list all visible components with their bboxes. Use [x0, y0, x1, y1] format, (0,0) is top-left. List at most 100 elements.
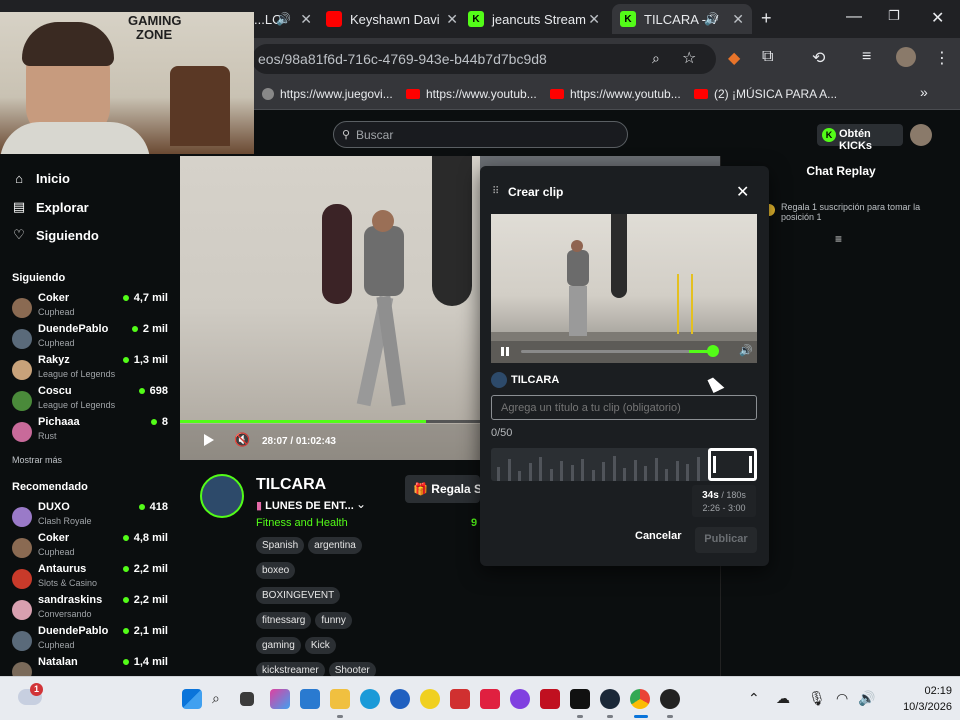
- mute-icon[interactable]: 🔇: [234, 432, 250, 448]
- fox-extension-icon[interactable]: ◆: [728, 48, 740, 68]
- chat-filter-icon[interactable]: ≡: [835, 232, 842, 246]
- obs-icon[interactable]: [660, 689, 680, 709]
- clip-preview[interactable]: 🔊: [491, 214, 757, 363]
- channel-row[interactable]: DuendePablo Cuphead 2,1 mil: [12, 625, 172, 655]
- browser-tab-1[interactable]: ...LO 🔊 ✕: [250, 4, 320, 34]
- close-tab-icon[interactable]: ✕: [446, 11, 458, 28]
- browser-tab-3[interactable]: K jeancuts Stream ✕: [468, 4, 608, 34]
- close-tab-icon[interactable]: ✕: [300, 11, 312, 28]
- stream-tag[interactable]: fitnessarg: [256, 612, 312, 629]
- bookmark-item[interactable]: https://www.youtub...: [406, 87, 537, 101]
- minimize-icon[interactable]: —: [846, 8, 862, 26]
- browser-tab-active[interactable]: K TILCARA - V 🔊 ✕: [612, 4, 752, 34]
- bookmark-item[interactable]: https://www.juegovi...: [262, 87, 393, 101]
- chrome-icon[interactable]: [630, 689, 650, 709]
- microphone-icon[interactable]: 🎙: [808, 690, 826, 707]
- user-avatar[interactable]: [910, 124, 932, 146]
- stream-tag[interactable]: Kick: [304, 637, 336, 654]
- cancel-button[interactable]: Cancelar: [635, 530, 681, 542]
- close-icon[interactable]: ✕: [736, 182, 749, 202]
- zoom-icon[interactable]: ⌕: [652, 50, 660, 67]
- restore-icon[interactable]: ❐: [888, 8, 900, 24]
- channel-avatar[interactable]: [200, 474, 244, 518]
- channel-row[interactable]: Antaurus Slots & Casino 2,2 mil: [12, 563, 172, 593]
- extensions-icon[interactable]: ⧉: [762, 48, 773, 66]
- video-player[interactable]: 🔇 28:07 / 01:02:43: [180, 156, 480, 460]
- channel-row[interactable]: Coscu League of Legends 698: [12, 385, 172, 415]
- windows-start-icon[interactable]: [182, 689, 202, 709]
- edge-icon[interactable]: [360, 689, 380, 709]
- circle-app-icon[interactable]: [510, 689, 530, 709]
- app-face-icon[interactable]: [420, 689, 440, 709]
- stripes-app-icon[interactable]: [540, 689, 560, 709]
- channel-row[interactable]: DUXO Clash Royale 418: [12, 501, 172, 531]
- preview-seek-bar[interactable]: [521, 350, 717, 353]
- stream-tag[interactable]: gaming: [256, 637, 301, 654]
- play-icon[interactable]: [204, 434, 214, 446]
- chevron-up-icon[interactable]: ⌃: [748, 690, 760, 707]
- wifi-icon[interactable]: ◠: [836, 690, 848, 707]
- new-tab-button[interactable]: +: [761, 8, 772, 29]
- range-handle-left[interactable]: [713, 456, 716, 473]
- profile-avatar[interactable]: [896, 47, 916, 67]
- zoom-app-icon[interactable]: [390, 689, 410, 709]
- gift-sub-button[interactable]: 🎁 Regala Su: [405, 475, 480, 503]
- stream-tag[interactable]: BOXINGEVENT: [256, 587, 341, 604]
- speaker-icon[interactable]: 🔊: [858, 690, 875, 707]
- clip-range-selector[interactable]: [708, 448, 757, 481]
- stream-tag[interactable]: funny: [315, 612, 352, 629]
- task-view-icon[interactable]: [240, 692, 254, 706]
- viewer-count: 1,4 mil: [123, 656, 168, 668]
- wps-icon[interactable]: [480, 689, 500, 709]
- pause-icon[interactable]: [501, 347, 509, 356]
- drag-handle-icon[interactable]: ⠿: [492, 186, 499, 197]
- bookmark-item[interactable]: https://www.youtub...: [550, 87, 681, 101]
- steam-icon[interactable]: [600, 689, 620, 709]
- range-handle-right[interactable]: [749, 456, 752, 473]
- stream-tag[interactable]: boxeo: [256, 562, 296, 579]
- clip-timeline[interactable]: [491, 448, 757, 481]
- star-icon[interactable]: ☆: [682, 48, 696, 68]
- search-input[interactable]: ⚲ Buscar: [333, 121, 628, 148]
- close-tab-icon[interactable]: ✕: [588, 11, 600, 28]
- channel-row[interactable]: Rakyz League of Legends 1,3 mil: [12, 354, 172, 384]
- stream-tag[interactable]: Spanish: [256, 537, 305, 554]
- media-control-icon[interactable]: ≡: [862, 48, 871, 66]
- show-more-link[interactable]: Mostrar más: [12, 455, 62, 465]
- copilot-icon[interactable]: [270, 689, 290, 709]
- url-field[interactable]: eos/98a81f6d-716c-4769-943e-b44b7d7bc9d8: [252, 44, 716, 74]
- file-explorer-icon[interactable]: [330, 689, 350, 709]
- close-tab-icon[interactable]: ✕: [732, 11, 744, 28]
- history-icon[interactable]: ⟲: [812, 48, 825, 68]
- stream-tag[interactable]: argentina: [308, 537, 362, 554]
- nav-following[interactable]: ♡ Siguiendo: [12, 227, 99, 243]
- sub-gift-prompt[interactable]: Regala 1 suscripción para tomar la posic…: [763, 202, 951, 222]
- publish-button[interactable]: Publicar: [695, 527, 757, 553]
- channel-row[interactable]: Coker Cuphead 4,7 mil: [12, 292, 172, 322]
- chevron-down-icon[interactable]: ⌄: [356, 497, 366, 511]
- menu-dots-icon[interactable]: ⋮: [934, 48, 950, 68]
- bookmark-item[interactable]: (2) ¡MÚSICA PARA A...: [694, 87, 837, 101]
- channel-row[interactable]: Pichaaa Rust 8: [12, 416, 172, 446]
- channel-name[interactable]: TILCARA: [256, 476, 326, 494]
- stream-category[interactable]: Fitness and Health: [256, 517, 348, 529]
- get-kicks-button[interactable]: K Obtén KICKs: [817, 124, 903, 152]
- video-progress-bar[interactable]: [180, 420, 480, 423]
- nav-home[interactable]: ⌂ Inicio: [12, 171, 70, 186]
- system-clock[interactable]: 02:19 10/3/2026: [880, 683, 952, 715]
- channel-row[interactable]: Coker Cuphead 4,8 mil: [12, 532, 172, 562]
- clip-title-input[interactable]: [491, 395, 757, 420]
- tiktok-icon[interactable]: [570, 689, 590, 709]
- channel-row[interactable]: sandraskins Conversando 2,2 mil: [12, 594, 172, 624]
- search-icon[interactable]: ⌕: [212, 690, 220, 707]
- app-red-icon[interactable]: [450, 689, 470, 709]
- store-icon[interactable]: [300, 689, 320, 709]
- channel-row[interactable]: DuendePablo Cuphead 2 mil: [12, 323, 172, 353]
- close-window-icon[interactable]: ✕: [931, 8, 944, 28]
- onedrive-icon[interactable]: ☁: [776, 690, 790, 707]
- seek-knob[interactable]: [707, 345, 719, 357]
- volume-icon[interactable]: 🔊: [739, 344, 753, 357]
- browser-tab-2[interactable]: Keyshawn Davi ✕: [326, 4, 466, 34]
- nav-browse[interactable]: ▤ Explorar: [12, 199, 89, 215]
- more-bookmarks-icon[interactable]: »: [920, 84, 928, 100]
